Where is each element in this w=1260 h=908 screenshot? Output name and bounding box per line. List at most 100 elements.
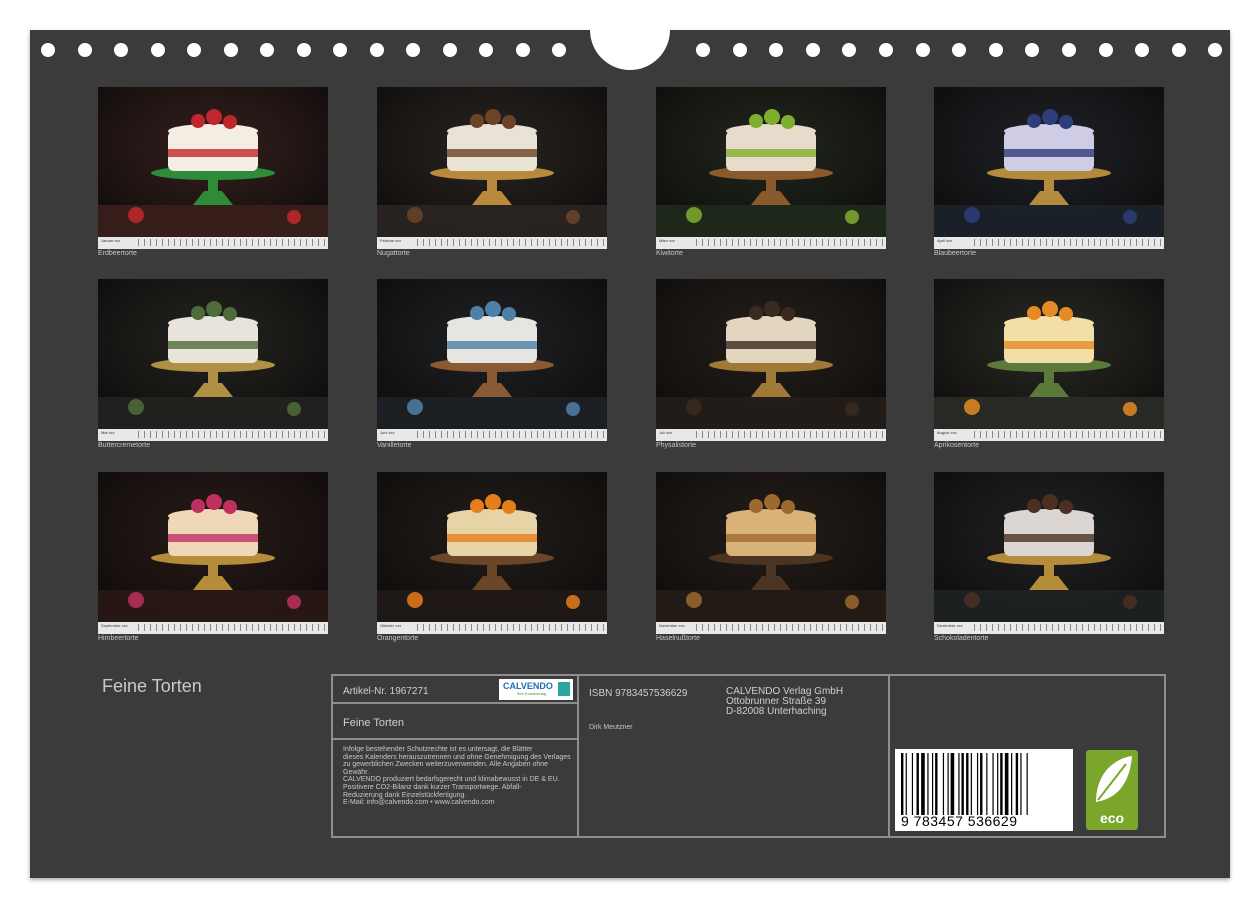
month-label: November xxx <box>659 623 685 628</box>
barcode-bar <box>1026 753 1028 815</box>
legal-line: Positivere CO2-Bilanz dank kurzer Transp… <box>343 783 522 791</box>
binding-hole <box>1062 43 1076 57</box>
binding-hole <box>696 43 710 57</box>
day-cells <box>138 431 325 438</box>
cake-photo <box>98 87 328 237</box>
legal-line: CALVENDO produziert bedarfsgerecht und k… <box>343 776 560 784</box>
month-caption: Blaubeertorte <box>934 250 977 257</box>
barcode-bar <box>1004 753 1009 815</box>
binding-hole <box>732 43 747 57</box>
barcode-bar <box>992 753 994 815</box>
month-calendar-strip: Mai xxx <box>98 429 328 441</box>
cake-photo <box>656 472 886 622</box>
binding-hole <box>1098 43 1113 57</box>
cake-photo <box>377 279 607 429</box>
barcode-bar <box>942 753 945 815</box>
barcode-bar <box>958 753 960 815</box>
barcode-bar <box>986 753 988 815</box>
barcode-bar <box>976 753 979 815</box>
day-cells <box>696 239 883 246</box>
month-calendar-strip: Februar xxx <box>377 237 607 249</box>
binding-hole <box>114 43 128 57</box>
barcode-bar <box>916 753 919 815</box>
binding-hole <box>805 43 820 57</box>
barcode-bar <box>927 753 929 815</box>
binding-hole <box>552 43 566 57</box>
legal-line: zu gewerblichen Zwecken weiterzuverwende… <box>343 761 549 769</box>
barcode-bar <box>921 753 925 815</box>
publisher-address: CALVENDO Verlag GmbH Ottobrunner Straße 3… <box>726 687 843 717</box>
month-caption: Erdbeertorte <box>98 250 137 257</box>
month-calendar-strip: Juli xxx <box>656 429 886 441</box>
barcode-bar <box>966 753 969 815</box>
day-cells <box>974 431 1161 438</box>
barcode-digits: 9 783457 536629 <box>901 813 1018 829</box>
cake-photo <box>377 472 607 622</box>
month-calendar-strip: Januar xxx <box>98 237 328 249</box>
month-label: Juli xxx <box>659 430 673 435</box>
barcode-bar <box>935 753 938 815</box>
day-cells <box>696 431 883 438</box>
calvendo-logo: CALVENDO Ihre Kunstverlag <box>499 679 573 700</box>
month-calendar-strip: August xxx <box>934 429 1164 441</box>
binding-hole <box>369 43 384 57</box>
month-thumbnail: November xxx <box>656 472 886 634</box>
barcode-bars <box>901 753 1028 815</box>
barcode-bar <box>905 753 907 815</box>
barcode-bar <box>1000 753 1003 815</box>
legal-line: Gewähr. <box>343 768 370 776</box>
binding-hole <box>187 43 201 57</box>
legal-line: Infolge bestehender Schutzrechte ist es … <box>343 746 533 753</box>
month-caption: Buttercremetorte <box>98 442 151 449</box>
barcode-bar <box>901 753 904 815</box>
isbn-text: ISBN 9783457536629 <box>589 688 688 699</box>
month-calendar-strip: April xxx <box>934 237 1164 249</box>
barcode-bar <box>911 753 914 815</box>
cake-photo <box>98 279 328 429</box>
binding-hole <box>879 43 893 57</box>
month-label: Januar xxx <box>101 238 121 243</box>
month-thumbnail: August xxx <box>934 279 1164 441</box>
month-thumbnail: Juli xxx <box>656 279 886 441</box>
legal-line: dieses Kalenders herauszutrennen und ohn… <box>343 753 571 761</box>
month-label: März xxx <box>659 238 675 243</box>
month-thumbnail: September xxx <box>98 472 328 634</box>
month-calendar-strip: Dezember xxx <box>934 622 1164 634</box>
month-caption: Himbeertorte <box>98 635 139 642</box>
barcode-bar <box>932 753 934 815</box>
article-box: Artikel-Nr. 1967271 CALVENDO Ihre Kunstv… <box>331 674 579 704</box>
cake-photo <box>934 279 1164 429</box>
barcode-bar <box>961 753 964 815</box>
calvendo-logo-text: CALVENDO <box>503 681 553 691</box>
binding-hole <box>77 43 92 57</box>
month-label: Dezember xxx <box>937 623 963 628</box>
month-thumbnail: Dezember xxx <box>934 472 1164 634</box>
month-caption: Schokoladentorte <box>934 635 989 642</box>
article-number: Artikel-Nr. 1967271 <box>343 686 429 697</box>
month-calendar-strip: März xxx <box>656 237 886 249</box>
month-caption: Vanilletorte <box>377 442 412 449</box>
binding-hole <box>479 43 493 57</box>
day-cells <box>974 624 1161 631</box>
day-cells <box>138 239 325 246</box>
month-caption: Aprikosentorte <box>934 442 980 449</box>
info-title: Feine Torten <box>343 717 404 729</box>
month-calendar-strip: November xxx <box>656 622 886 634</box>
month-label: Februar xxx <box>380 238 402 243</box>
month-thumbnail: März xxx <box>656 87 886 249</box>
month-thumbnail: Januar xxx <box>98 87 328 249</box>
day-cells <box>138 624 325 631</box>
binding-hole <box>333 43 347 57</box>
publisher-box: ISBN 9783457536629 Dirk Meutzner CALVEND… <box>577 674 890 838</box>
binding-hole <box>915 43 930 57</box>
month-calendar-strip: Juni xxx <box>377 429 607 441</box>
month-thumbnail: April xxx <box>934 87 1164 249</box>
title-box: Feine Torten <box>331 702 579 740</box>
day-cells <box>417 624 604 631</box>
barcode-bar <box>970 753 972 815</box>
legal-line: Reduzierung dank Einzelstückfertigung. <box>343 791 467 799</box>
calendar-title: Feine Torten <box>102 676 202 696</box>
barcode-bar <box>1015 753 1019 815</box>
month-label: Juni xxx <box>380 430 395 435</box>
legal-box: Infolge bestehender Schutzrechte ist es … <box>331 738 579 838</box>
